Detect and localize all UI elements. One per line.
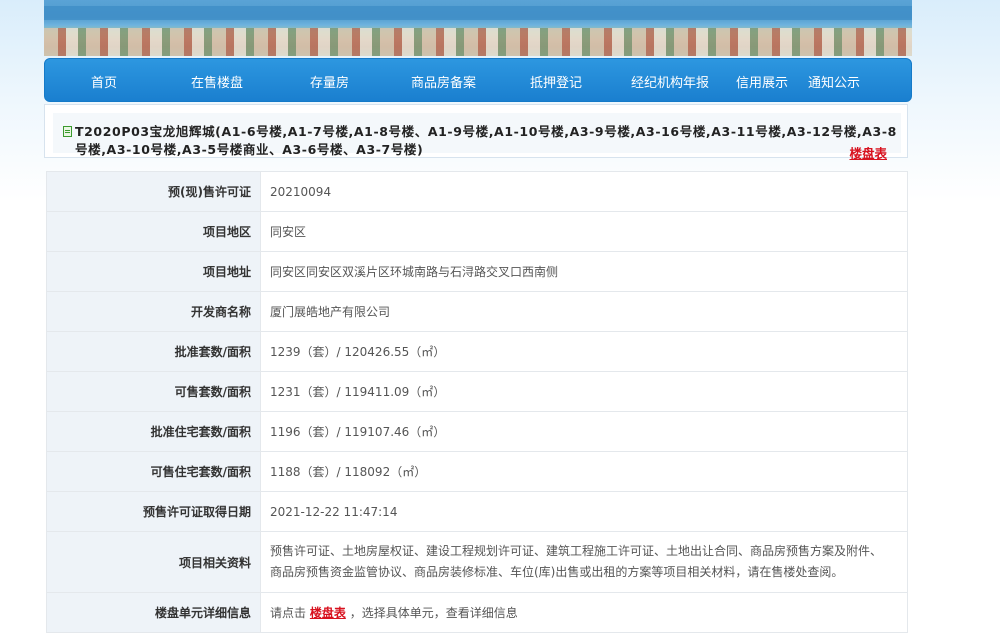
unit-info-prefix: 请点击 — [270, 606, 307, 620]
detail-label: 预(现)售许可证 — [46, 171, 261, 212]
unit-floor-plan-link[interactable]: 楼盘表 — [310, 606, 346, 620]
nav-agency-report[interactable]: 经纪机构年报 — [631, 72, 709, 91]
table-row: 预(现)售许可证 20210094 — [46, 171, 908, 212]
detail-value: 预售许可证、土地房屋权证、建设工程规划许可证、建筑工程施工许可证、土地出让合同、… — [260, 531, 908, 593]
detail-label: 项目相关资料 — [46, 531, 261, 593]
banner-sea — [44, 6, 912, 20]
detail-label: 项目地址 — [46, 251, 261, 292]
detail-label: 批准住宅套数/面积 — [46, 411, 261, 452]
project-title-panel: T2020P03宝龙旭辉城(A1-6号楼,A1-7号楼,A1-8号楼、A1-9号… — [53, 113, 901, 161]
header-banner-image — [44, 0, 912, 56]
nav-mortgage[interactable]: 抵押登记 — [530, 72, 582, 91]
detail-value: 1196（套）/ 119107.46（㎡） — [260, 411, 908, 452]
nav-notices[interactable]: 通知公示 — [808, 72, 860, 91]
project-details-table: 预(现)售许可证 20210094 项目地区 同安区 项目地址 同安区同安区双溪… — [46, 171, 908, 633]
unit-info-suffix: ，选择具体单元，查看详细信息 — [349, 606, 518, 620]
table-row: 项目地址 同安区同安区双溪片区环城南路与石浔路交叉口西南侧 — [46, 251, 908, 292]
table-row: 开发商名称 厦门展皓地产有限公司 — [46, 291, 908, 332]
nav-existing-housing[interactable]: 存量房 — [310, 72, 349, 91]
table-row: 项目地区 同安区 — [46, 211, 908, 252]
table-row: 可售住宅套数/面积 1188（套）/ 118092（㎡） — [46, 451, 908, 492]
detail-label: 可售套数/面积 — [46, 371, 261, 412]
banner-buildings — [44, 28, 912, 56]
detail-label: 楼盘单元详细信息 — [46, 592, 261, 633]
detail-label: 可售住宅套数/面积 — [46, 451, 261, 492]
document-icon — [63, 126, 72, 137]
detail-value: 请点击 楼盘表 ，选择具体单元，查看详细信息 — [260, 592, 908, 633]
detail-value: 1239（套）/ 120426.55（㎡） — [260, 331, 908, 372]
project-title-box: T2020P03宝龙旭辉城(A1-6号楼,A1-7号楼,A1-8号楼、A1-9号… — [44, 104, 908, 161]
nav-on-sale[interactable]: 在售楼盘 — [191, 72, 243, 91]
detail-value: 厦门展皓地产有限公司 — [260, 291, 908, 332]
detail-value: 同安区 — [260, 211, 908, 252]
nav-credit[interactable]: 信用展示 — [736, 72, 788, 91]
project-title: T2020P03宝龙旭辉城(A1-6号楼,A1-7号楼,A1-8号楼、A1-9号… — [75, 124, 897, 157]
detail-label: 开发商名称 — [46, 291, 261, 332]
nav-commercial-filing[interactable]: 商品房备案 — [411, 72, 476, 91]
table-row: 批准套数/面积 1239（套）/ 120426.55（㎡） — [46, 331, 908, 372]
detail-label: 批准套数/面积 — [46, 331, 261, 372]
table-row: 可售套数/面积 1231（套）/ 119411.09（㎡） — [46, 371, 908, 412]
detail-value: 20210094 — [260, 171, 908, 212]
detail-value: 1188（套）/ 118092（㎡） — [260, 451, 908, 492]
table-row: 楼盘单元详细信息 请点击 楼盘表 ，选择具体单元，查看详细信息 — [46, 592, 908, 633]
detail-value: 同安区同安区双溪片区环城南路与石浔路交叉口西南侧 — [260, 251, 908, 292]
table-row: 批准住宅套数/面积 1196（套）/ 119107.46（㎡） — [46, 411, 908, 452]
table-row: 预售许可证取得日期 2021-12-22 11:47:14 — [46, 491, 908, 532]
nav-home[interactable]: 首页 — [91, 72, 117, 91]
table-row: 项目相关资料 预售许可证、土地房屋权证、建设工程规划许可证、建筑工程施工许可证、… — [46, 531, 908, 593]
main-nav: 首页 在售楼盘 存量房 商品房备案 抵押登记 经纪机构年报 信用展示 通知公示 — [44, 58, 912, 102]
floor-plan-link[interactable]: 楼盘表 — [849, 143, 887, 162]
detail-label: 项目地区 — [46, 211, 261, 252]
detail-value: 1231（套）/ 119411.09（㎡） — [260, 371, 908, 412]
detail-label: 预售许可证取得日期 — [46, 491, 261, 532]
detail-value: 2021-12-22 11:47:14 — [260, 491, 908, 532]
